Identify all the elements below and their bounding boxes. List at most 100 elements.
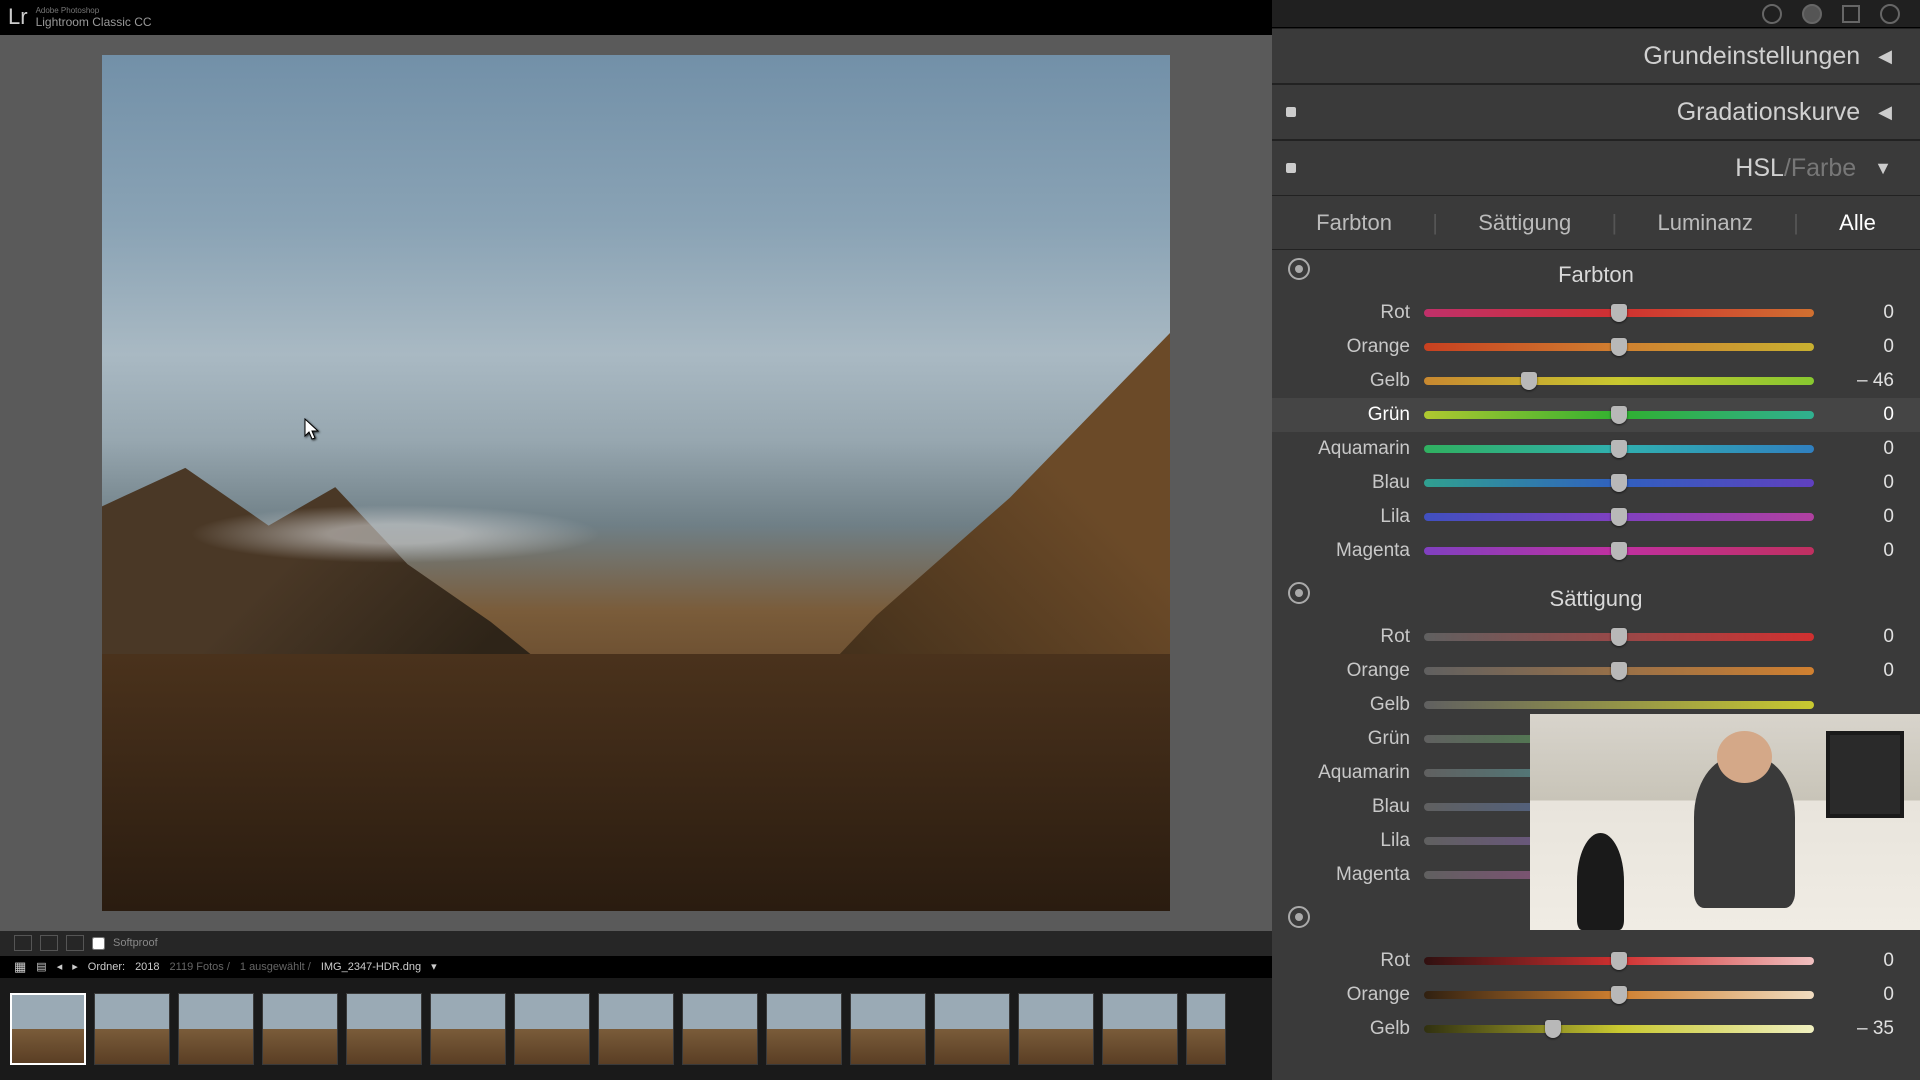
- slider-value[interactable]: 0: [1828, 506, 1894, 528]
- thumbnail[interactable]: [346, 993, 422, 1065]
- slider-track[interactable]: [1424, 633, 1814, 641]
- thumbnail[interactable]: [514, 993, 590, 1065]
- panel-basic[interactable]: Grundeinstellungen ◀: [1272, 28, 1920, 84]
- thumbnail[interactable]: [10, 993, 86, 1065]
- grid-icon[interactable]: ▦: [14, 959, 26, 975]
- thumbnail[interactable]: [850, 993, 926, 1065]
- targeted-adjust-icon[interactable]: [1288, 258, 1310, 280]
- softproof-checkbox[interactable]: [92, 937, 105, 950]
- thumbnail[interactable]: [1018, 993, 1094, 1065]
- panel-basic-label: Grundeinstellungen: [1643, 42, 1860, 71]
- slider-handle[interactable]: [1521, 372, 1537, 390]
- slider-hue-aqua: Aquamarin0: [1298, 432, 1894, 466]
- slider-handle[interactable]: [1611, 952, 1627, 970]
- slider-value[interactable]: – 46: [1828, 370, 1894, 392]
- slider-handle[interactable]: [1611, 542, 1627, 560]
- slider-label: Grün: [1298, 728, 1410, 750]
- slider-handle[interactable]: [1611, 304, 1627, 322]
- slider-handle[interactable]: [1611, 986, 1627, 1004]
- slider-value[interactable]: 0: [1828, 404, 1894, 426]
- slider-handle[interactable]: [1611, 628, 1627, 646]
- tool-icon[interactable]: [1802, 4, 1822, 24]
- slider-value[interactable]: 0: [1828, 950, 1894, 972]
- slider-track[interactable]: [1424, 445, 1814, 453]
- thumbnail[interactable]: [94, 993, 170, 1065]
- thumbnail[interactable]: [682, 993, 758, 1065]
- slider-handle[interactable]: [1611, 662, 1627, 680]
- thumbnail[interactable]: [430, 993, 506, 1065]
- thumbnail[interactable]: [1186, 993, 1226, 1065]
- slider-track[interactable]: [1424, 377, 1814, 385]
- view-mode-icon[interactable]: [14, 935, 32, 951]
- slider-label: Gelb: [1298, 1018, 1410, 1040]
- slider-label: Aquamarin: [1298, 762, 1410, 784]
- folder-year[interactable]: 2018: [135, 961, 159, 973]
- filter-icon[interactable]: ▤: [36, 960, 46, 973]
- slider-track[interactable]: [1424, 513, 1814, 521]
- slider-handle[interactable]: [1545, 1020, 1561, 1038]
- image-preview-area[interactable]: [0, 35, 1272, 931]
- slider-value[interactable]: 0: [1828, 336, 1894, 358]
- tool-icon[interactable]: [1880, 4, 1900, 24]
- panel-toggle[interactable]: [1286, 107, 1296, 117]
- slider-value[interactable]: – 35: [1828, 1018, 1894, 1040]
- current-filename[interactable]: IMG_2347-HDR.dng: [321, 961, 421, 973]
- slider-track[interactable]: [1424, 479, 1814, 487]
- hue-section-title: Farbton: [1298, 262, 1894, 288]
- filmstrip[interactable]: [0, 977, 1272, 1080]
- thumbnail[interactable]: [178, 993, 254, 1065]
- panel-toggle[interactable]: [1286, 163, 1296, 173]
- slider-value[interactable]: 0: [1828, 626, 1894, 648]
- view-compare-icon[interactable]: [40, 935, 58, 951]
- slider-value[interactable]: 0: [1828, 438, 1894, 460]
- collapse-left-icon[interactable]: ◀: [1878, 102, 1892, 123]
- slider-track[interactable]: [1424, 343, 1814, 351]
- tool-icon[interactable]: [1762, 4, 1782, 24]
- slider-value[interactable]: 0: [1828, 302, 1894, 324]
- thumbnail[interactable]: [1102, 993, 1178, 1065]
- thumbnail[interactable]: [934, 993, 1010, 1065]
- slider-handle[interactable]: [1611, 508, 1627, 526]
- slider-track[interactable]: [1424, 309, 1814, 317]
- slider-value[interactable]: 0: [1828, 472, 1894, 494]
- targeted-adjust-icon[interactable]: [1288, 906, 1310, 928]
- nav-back-icon[interactable]: ◂: [57, 960, 63, 973]
- panel-tonecurve[interactable]: Gradationskurve ◀: [1272, 84, 1920, 140]
- slider-track[interactable]: [1424, 667, 1814, 675]
- thumbnail[interactable]: [598, 993, 674, 1065]
- thumbnail[interactable]: [262, 993, 338, 1065]
- tab-saturation[interactable]: Sättigung: [1470, 206, 1579, 240]
- app-subtitle: Adobe Photoshop: [36, 6, 152, 15]
- slider-value[interactable]: 0: [1828, 660, 1894, 682]
- main-image[interactable]: [102, 55, 1170, 911]
- tool-icon[interactable]: [1842, 5, 1860, 23]
- slider-track[interactable]: [1424, 1025, 1814, 1033]
- view-survey-icon[interactable]: [66, 935, 84, 951]
- slider-track[interactable]: [1424, 547, 1814, 555]
- tab-hue[interactable]: Farbton: [1308, 206, 1400, 240]
- targeted-adjust-icon[interactable]: [1288, 582, 1310, 604]
- expand-down-icon[interactable]: ▼: [1874, 158, 1892, 179]
- slider-hue-purple: Lila0: [1298, 500, 1894, 534]
- tab-luminance[interactable]: Luminanz: [1650, 206, 1761, 240]
- slider-hue-orange: Orange0: [1298, 330, 1894, 364]
- slider-track[interactable]: [1424, 991, 1814, 999]
- slider-value[interactable]: 0: [1828, 984, 1894, 1006]
- slider-handle[interactable]: [1611, 338, 1627, 356]
- slider-handle[interactable]: [1611, 440, 1627, 458]
- slider-handle[interactable]: [1611, 474, 1627, 492]
- slider-hue-red: Rot0: [1298, 296, 1894, 330]
- thumbnail[interactable]: [766, 993, 842, 1065]
- slider-track[interactable]: [1424, 701, 1814, 709]
- dropdown-icon[interactable]: ▾: [431, 960, 437, 973]
- slider-track[interactable]: [1424, 411, 1814, 419]
- slider-hue-magenta: Magenta0: [1298, 534, 1894, 568]
- tab-all[interactable]: Alle: [1831, 206, 1884, 240]
- collapse-left-icon[interactable]: ◀: [1878, 46, 1892, 67]
- nav-fwd-icon[interactable]: ▸: [72, 960, 78, 973]
- slider-value[interactable]: 0: [1828, 540, 1894, 562]
- slider-label: Blau: [1298, 796, 1410, 818]
- slider-track[interactable]: [1424, 957, 1814, 965]
- panel-hsl[interactable]: HSL/Farbe ▼: [1272, 140, 1920, 196]
- slider-handle[interactable]: [1611, 406, 1627, 424]
